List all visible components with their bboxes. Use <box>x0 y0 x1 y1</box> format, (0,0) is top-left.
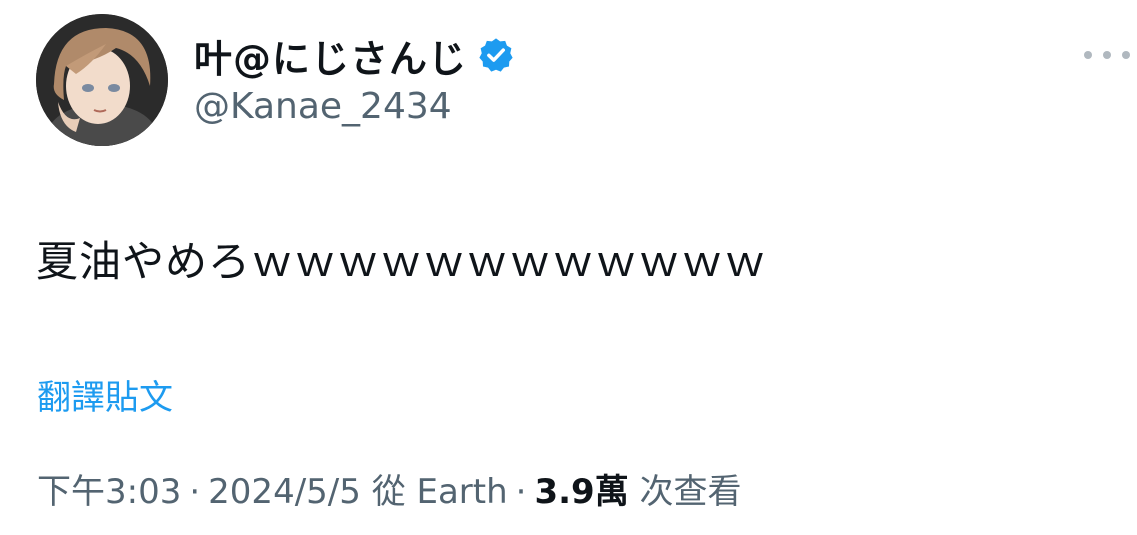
avatar-image <box>36 14 168 146</box>
more-dot <box>1122 51 1130 59</box>
more-dot <box>1084 51 1092 59</box>
tweet-time[interactable]: 下午3:03 <box>37 472 181 512</box>
tweet-text: 夏油やめろｗｗｗｗｗｗｗｗｗｗｗｗ <box>36 237 768 286</box>
tweet-meta: 下午3:03 · 2024/5/5 從 Earth · 3.9萬 次查看 <box>37 464 742 513</box>
tweet-source: 從 Earth <box>371 472 508 512</box>
more-dot <box>1103 51 1111 59</box>
more-options-icon[interactable] <box>1084 40 1130 70</box>
views-label: 次查看 <box>639 472 742 512</box>
verified-badge-icon <box>477 36 515 74</box>
author-display-name[interactable]: 叶@にじさんじ <box>194 28 467 83</box>
author-handle[interactable]: @Kanae_2434 <box>194 86 452 127</box>
avatar[interactable] <box>36 14 168 146</box>
translate-post-link[interactable]: 翻譯貼文 <box>37 370 173 419</box>
author-name-row: 叶@にじさんじ <box>194 28 515 83</box>
meta-separator: · <box>515 472 527 512</box>
views-count[interactable]: 3.9萬 <box>534 472 628 512</box>
meta-separator: · <box>189 472 201 512</box>
tweet-date[interactable]: 2024/5/5 <box>208 472 361 512</box>
